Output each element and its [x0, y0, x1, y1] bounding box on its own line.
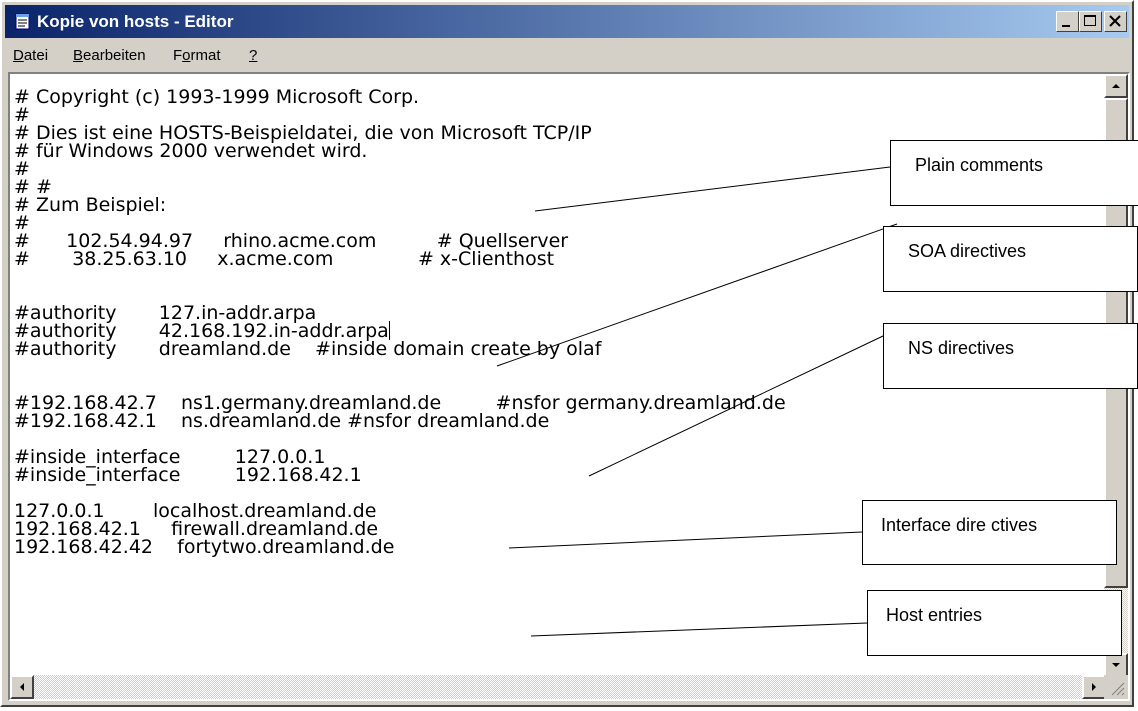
callout-label: Host entries: [886, 605, 983, 625]
callout-line-soa: [496, 223, 898, 367]
callout-interface-directives: Interface dire ctives: [862, 500, 1117, 565]
callout-label: Plain comments: [915, 155, 1044, 175]
callout-line-comments: [534, 166, 891, 212]
callout-line-interface: [508, 531, 863, 549]
callout-ns-directives: NS directives: [883, 323, 1138, 389]
callout-plain-comments: Plain comments: [890, 140, 1138, 206]
callout-soa-directives: SOA directives: [883, 226, 1138, 292]
callout-label: SOA directives: [908, 241, 1027, 261]
callout-line-hosts: [530, 622, 868, 637]
callout-label: Interface dire ctives: [881, 515, 1038, 535]
callout-host-entries: Host entries: [867, 590, 1122, 656]
callout-label: NS directives: [908, 338, 1015, 358]
callout-line-ns: [588, 335, 884, 477]
